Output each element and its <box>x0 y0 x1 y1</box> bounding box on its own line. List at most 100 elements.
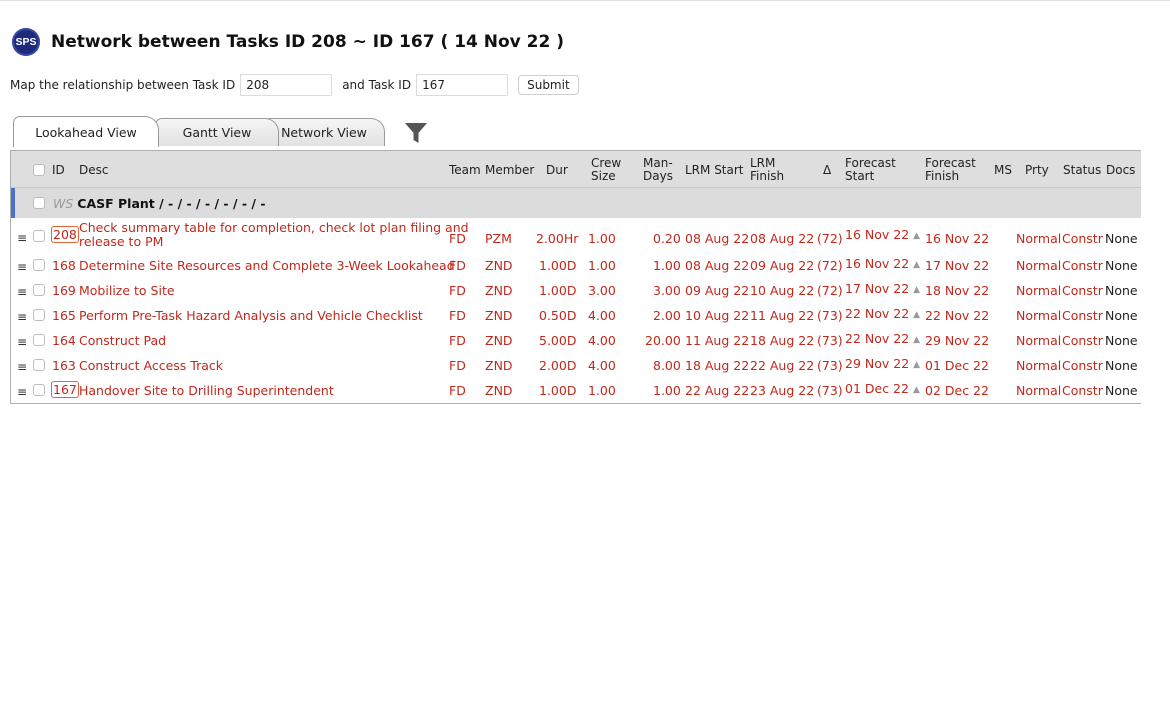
row-team: FD <box>449 383 466 398</box>
row-checkbox[interactable] <box>33 359 45 371</box>
row-desc[interactable]: Construct Pad <box>79 333 166 348</box>
submit-button[interactable]: Submit <box>518 75 579 95</box>
col-id[interactable]: ID <box>52 164 65 177</box>
col-forecast-start[interactable]: Forecast Start <box>845 157 896 183</box>
row-id[interactable]: 165 <box>52 308 76 323</box>
table-row[interactable]: ≡ 164 Construct Pad FD ZND 5.00D 4.00 20… <box>11 328 1141 353</box>
row-docs[interactable]: None <box>1105 333 1138 348</box>
table-row[interactable]: ≡ 163 Construct Access Track FD ZND 2.00… <box>11 353 1141 378</box>
col-member[interactable]: Member <box>485 164 534 177</box>
row-id[interactable]: 208 <box>51 226 79 243</box>
page-title: Network between Tasks ID 208 ~ ID 167 ( … <box>51 32 565 52</box>
row-forecast-finish: 02 Dec 22 <box>925 383 989 398</box>
row-menu-hamburger-icon[interactable]: ≡ <box>17 335 27 349</box>
triangle-up-icon: ▲ <box>913 231 921 241</box>
col-dur[interactable]: Dur <box>546 164 568 177</box>
row-menu-hamburger-icon[interactable]: ≡ <box>17 360 27 374</box>
row-dur: 0.50D <box>539 308 577 323</box>
workstream-group-row[interactable]: WS CASF Plant / - / - / - / - / - / - <box>11 188 1141 218</box>
row-status: Constr <box>1062 308 1103 323</box>
table-row[interactable]: ≡ 208 Check summary table for completion… <box>11 220 1141 252</box>
row-desc[interactable]: Handover Site to Drilling Superintendent <box>79 383 334 398</box>
row-menu-hamburger-icon[interactable]: ≡ <box>17 285 27 299</box>
col-ms[interactable]: MS <box>994 164 1012 177</box>
row-checkbox[interactable] <box>33 230 45 242</box>
row-checkbox[interactable] <box>33 284 45 296</box>
row-crew: 1.00 <box>588 383 616 398</box>
row-checkbox[interactable] <box>33 384 45 396</box>
row-delta: (73) <box>817 358 843 373</box>
row-forecast-start-value: 22 Nov 22 <box>845 306 910 321</box>
highlighted-task-id[interactable]: 167 <box>51 381 79 398</box>
triangle-up-icon: ▲ <box>913 260 921 270</box>
row-dur: 5.00D <box>539 333 577 348</box>
row-menu-hamburger-icon[interactable]: ≡ <box>17 231 27 245</box>
row-menu-hamburger-icon[interactable]: ≡ <box>17 310 27 324</box>
col-lrm-finish-line2: Finish <box>750 169 785 183</box>
row-docs[interactable]: None <box>1105 231 1138 246</box>
col-man-line2: Days <box>643 169 673 183</box>
highlighted-task-id[interactable]: 208 <box>51 226 79 243</box>
row-lrm-start: 18 Aug 22 <box>685 358 750 373</box>
row-checkbox[interactable] <box>33 259 45 271</box>
row-desc[interactable]: Determine Site Resources and Complete 3-… <box>79 258 455 273</box>
table-row[interactable]: ≡ 165 Perform Pre-Task Hazard Analysis a… <box>11 303 1141 328</box>
tab-network-view[interactable]: Network View <box>263 118 385 146</box>
row-desc[interactable]: Construct Access Track <box>79 358 223 373</box>
row-id[interactable]: 168 <box>52 258 76 273</box>
row-desc[interactable]: Perform Pre-Task Hazard Analysis and Veh… <box>79 308 423 323</box>
col-crew-size[interactable]: Crew Size <box>591 157 621 183</box>
row-docs[interactable]: None <box>1105 358 1138 373</box>
row-id[interactable]: 169 <box>52 283 76 298</box>
task-to-label: and Task ID <box>342 78 412 92</box>
group-name: CASF Plant / - / - / - / - / - / - <box>77 196 266 211</box>
tab-gantt-view[interactable]: Gantt View <box>155 118 279 146</box>
table-row[interactable]: ≡ 168 Determine Site Resources and Compl… <box>11 253 1141 278</box>
row-forecast-start: 22 Nov 22 ▲ <box>845 331 920 346</box>
col-team[interactable]: Team <box>449 164 481 177</box>
row-prty: Normal <box>1016 258 1062 273</box>
group-checkbox[interactable] <box>33 197 45 209</box>
select-all-checkbox[interactable] <box>33 164 45 176</box>
row-member: ZND <box>485 283 513 298</box>
row-id[interactable]: 164 <box>52 333 76 348</box>
task-from-input[interactable] <box>240 74 333 96</box>
row-menu-hamburger-icon[interactable]: ≡ <box>17 385 27 399</box>
row-docs[interactable]: None <box>1105 383 1138 398</box>
row-id[interactable]: 163 <box>52 358 76 373</box>
table-row[interactable]: ≡ 169 Mobilize to Site FD ZND 1.00D 3.00… <box>11 278 1141 303</box>
table-row[interactable]: ≡ 167 Handover Site to Drilling Superint… <box>11 378 1141 403</box>
row-id[interactable]: 167 <box>51 381 79 398</box>
row-member: ZND <box>485 258 513 273</box>
row-prty: Normal <box>1016 308 1062 323</box>
col-lrm-start[interactable]: LRM Start <box>685 164 744 177</box>
col-lrm-finish[interactable]: LRM Finish <box>750 157 784 183</box>
col-delta[interactable]: Δ <box>823 164 831 177</box>
row-checkbox[interactable] <box>33 334 45 346</box>
col-prty[interactable]: Prty <box>1025 164 1049 177</box>
col-docs[interactable]: Docs <box>1106 164 1135 177</box>
col-status[interactable]: Status <box>1063 164 1101 177</box>
row-forecast-start-value: 22 Nov 22 <box>845 331 910 346</box>
col-forecast-finish[interactable]: Forecast Finish <box>925 157 976 183</box>
row-checkbox[interactable] <box>33 309 45 321</box>
row-menu-hamburger-icon[interactable]: ≡ <box>17 260 27 274</box>
row-docs[interactable]: None <box>1105 308 1138 323</box>
row-docs[interactable]: None <box>1105 283 1138 298</box>
col-man-days[interactable]: Man- Days <box>643 157 673 183</box>
map-relationship-form: Map the relationship between Task ID and… <box>10 73 579 97</box>
row-status: Constr <box>1062 333 1103 348</box>
row-desc[interactable]: Mobilize to Site <box>79 283 175 298</box>
row-dur: 1.00D <box>539 258 577 273</box>
filter-funnel-icon[interactable] <box>404 122 428 144</box>
row-forecast-start: 16 Nov 22 ▲ <box>845 256 920 271</box>
row-dur: 1.00D <box>539 283 577 298</box>
task-to-input[interactable] <box>416 74 509 96</box>
row-delta: (73) <box>817 383 843 398</box>
row-status: Constr <box>1062 231 1103 246</box>
row-man-days: 1.00 <box>653 383 681 398</box>
tab-lookahead-view[interactable]: Lookahead View <box>13 116 159 147</box>
col-desc[interactable]: Desc <box>79 164 108 177</box>
row-docs[interactable]: None <box>1105 258 1138 273</box>
row-desc[interactable]: Check summary table for completion, chec… <box>79 221 469 249</box>
